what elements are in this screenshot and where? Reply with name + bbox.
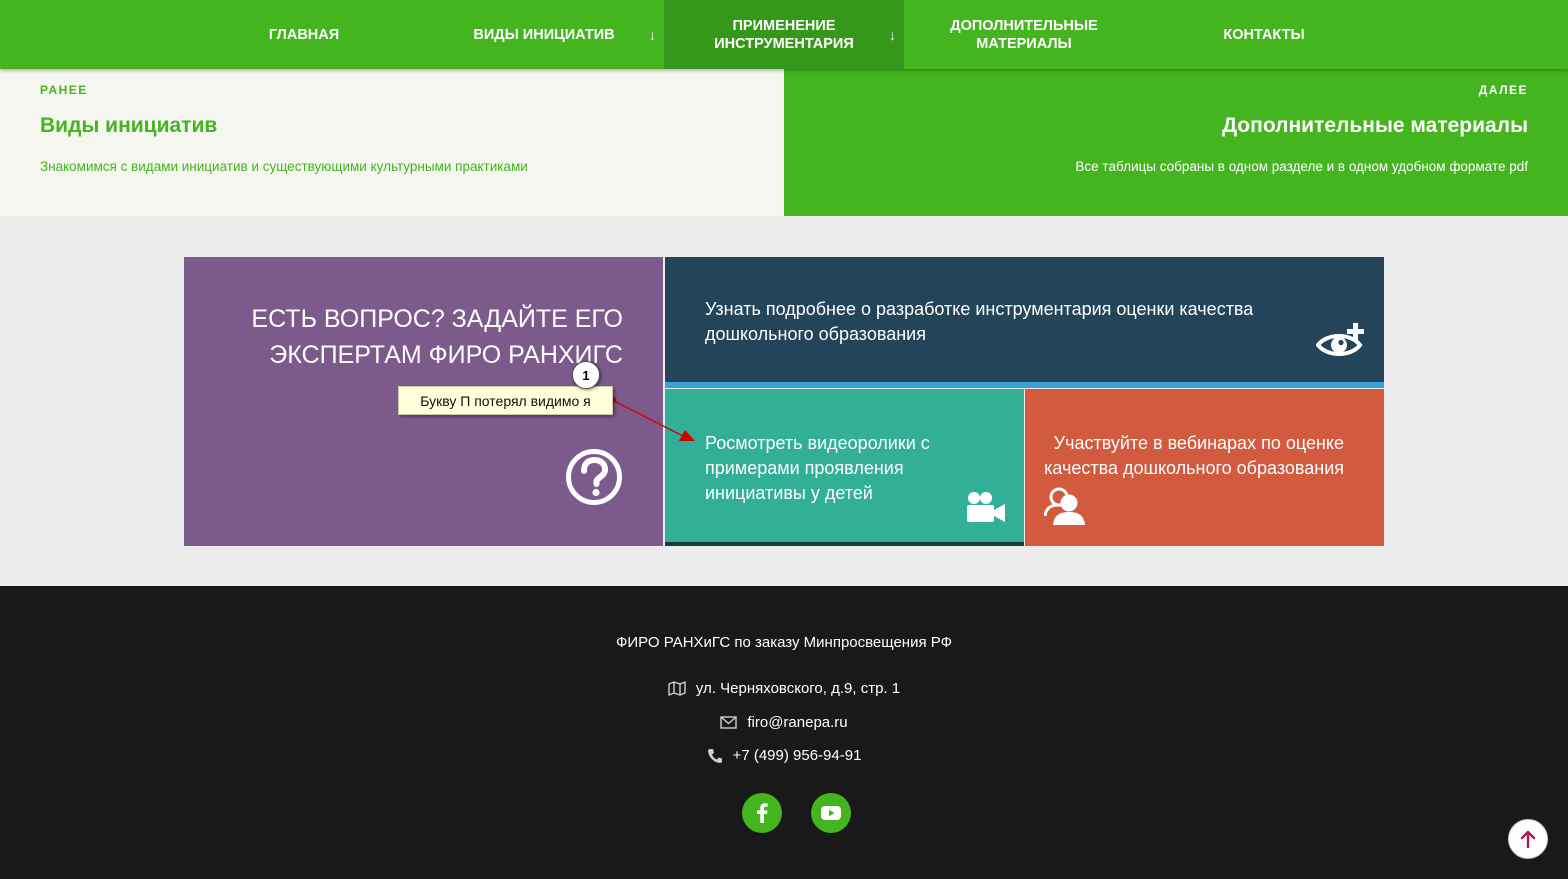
annotation-number-badge: 1	[572, 361, 600, 389]
annotation-text: Букву П потерял видимо я	[420, 392, 591, 409]
arrow-up-icon	[1520, 830, 1536, 849]
annotation-note: Букву П потерял видимо я	[398, 386, 613, 415]
scroll-to-top-button[interactable]	[1508, 819, 1548, 859]
annotation-arrow	[608, 396, 695, 441]
